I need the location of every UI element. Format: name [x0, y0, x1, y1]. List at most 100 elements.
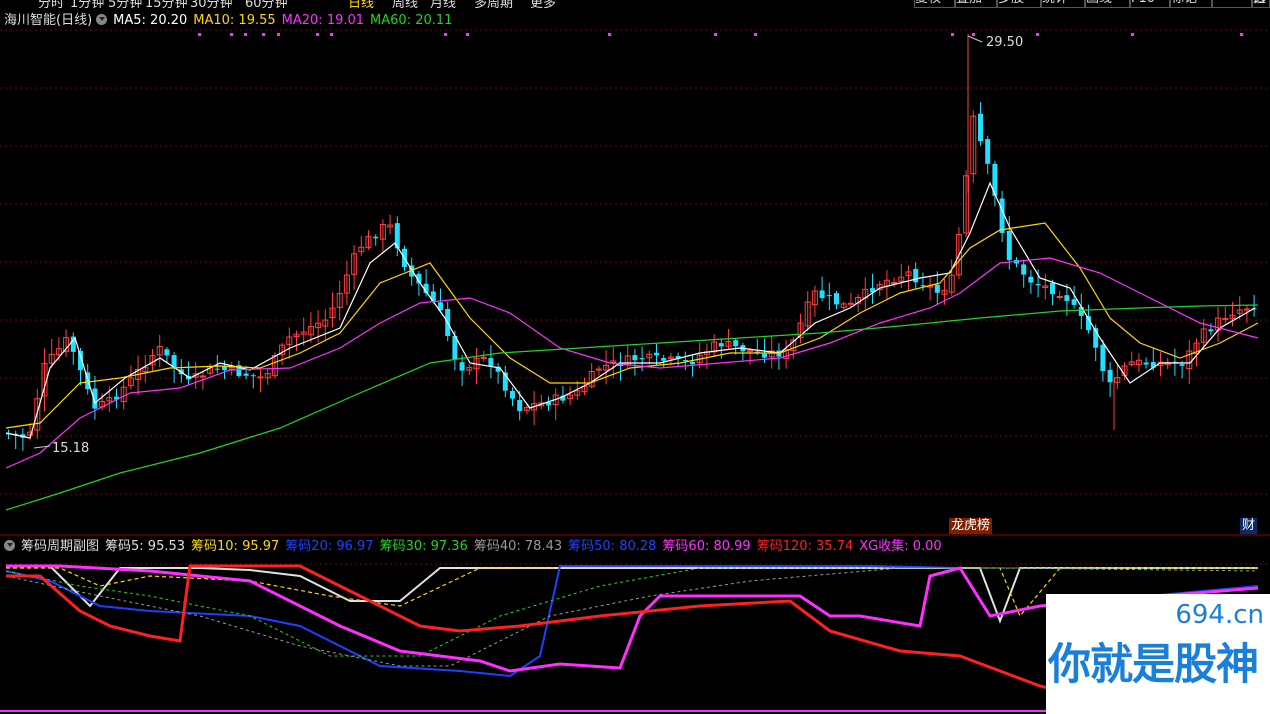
candle-body [920, 285, 926, 287]
candle-body [999, 198, 1005, 233]
signal-marker [244, 33, 247, 36]
candle-body [164, 349, 170, 356]
candle-body [480, 356, 487, 359]
candle-body [754, 351, 760, 353]
candle-body [1208, 329, 1214, 332]
candle-body [985, 139, 991, 164]
candle-body [488, 358, 494, 367]
toolbar-button[interactable]: - [1212, 0, 1252, 8]
period-tab[interactable]: 1分钟 [70, 0, 104, 8]
candle-body [1050, 282, 1055, 295]
toolbar-button[interactable]: 复权 [914, 0, 955, 8]
candle-body [373, 236, 379, 239]
period-tab[interactable]: 5分钟 [108, 0, 142, 8]
candle-body [762, 353, 767, 358]
signal-marker [951, 33, 954, 36]
signal-marker [277, 33, 280, 36]
period-tab[interactable]: 15分钟 [145, 0, 188, 8]
candle-body [510, 391, 515, 399]
candle-body [1021, 264, 1027, 275]
signal-marker [972, 33, 975, 36]
candle-body [661, 358, 667, 361]
candle-body [639, 358, 645, 360]
toolbar-button[interactable]: 统计 [1041, 0, 1085, 8]
candle-body [257, 376, 264, 379]
signal-marker [466, 33, 469, 36]
dragon-tiger-badge[interactable]: 龙虎榜 [949, 518, 993, 534]
signal-marker [1036, 33, 1039, 36]
period-tab[interactable]: 多周期 [474, 0, 513, 8]
period-tab[interactable]: 日线 [348, 0, 374, 8]
chip-legend-item: 筹码60: 80.99 [662, 539, 751, 554]
ma10-line [5, 222, 1259, 429]
chip-legend-item: 筹码120: 35.74 [756, 539, 854, 554]
high-price-label: 29.50 [986, 35, 1023, 50]
chip-legend-item: 筹码30: 97.36 [379, 539, 468, 554]
toolbar-button[interactable]: 自选 [1252, 0, 1270, 8]
candle-body [1035, 284, 1041, 286]
candle-body [199, 375, 206, 378]
candle-body [654, 352, 659, 356]
period-tab[interactable]: 分时 [38, 0, 64, 8]
candle-body [171, 355, 177, 368]
signal-marker [444, 33, 447, 36]
finance-badge[interactable]: 财 [1240, 518, 1258, 534]
period-tab[interactable]: 更多 [530, 0, 556, 8]
candle-body [250, 375, 256, 377]
chip120-line [6, 564, 1061, 693]
signal-marker [754, 33, 757, 36]
toolbar-button[interactable]: 多股 [997, 0, 1041, 8]
candle-body [1078, 306, 1084, 316]
chip-legend-item: 筹码50: 80.28 [568, 539, 657, 554]
signal-marker [262, 33, 265, 36]
chip-legend-item: XG收集: 0.00 [859, 539, 942, 554]
chip-legend-item: 筹码40: 78.43 [473, 539, 563, 554]
low-price-label: 15.18 [52, 441, 89, 456]
period-tab[interactable]: 60分钟 [245, 0, 288, 8]
candle-body [1071, 299, 1077, 305]
signal-marker [316, 33, 319, 36]
chip-legend-item: 筹码5: 95.53 [105, 539, 186, 554]
signal-marker [714, 33, 717, 36]
candle-body [891, 281, 898, 284]
period-tab[interactable]: 月线 [430, 0, 456, 8]
high-pointer [967, 35, 983, 43]
watermark: 694.cn 你就是股神 [1046, 594, 1270, 714]
signal-marker [1240, 33, 1243, 36]
period-tab[interactable]: 周线 [392, 0, 418, 8]
candle-body [632, 355, 638, 361]
candle-body [934, 284, 940, 293]
candle-body [690, 361, 695, 365]
sub-indicator-menu-icon[interactable] [4, 540, 15, 551]
candle-body [214, 368, 220, 370]
signal-marker [330, 33, 333, 36]
toolbar-button[interactable]: 叠加 [955, 0, 997, 8]
candle-body [913, 268, 919, 283]
candle-body [978, 113, 983, 142]
chip-legend-item: 筹码10: 95.97 [191, 539, 280, 554]
candle-body [595, 368, 602, 371]
candle-body [718, 343, 724, 347]
candle-body [733, 340, 739, 347]
watermark-slogan: 你就是股神 [1048, 640, 1259, 690]
toolbar-button[interactable]: F10 [1130, 0, 1170, 8]
period-tab[interactable]: 30分钟 [190, 0, 233, 8]
sub-chart-legend: 筹码周期副图 筹码5: 95.53 筹码10: 95.97 筹码20: 96.97 筹码… [4, 538, 954, 556]
price-chart[interactable]: 29.50 15.18 [0, 8, 1270, 536]
ma60-line [5, 304, 1259, 511]
candle-body [243, 373, 249, 376]
candle-body [1179, 364, 1185, 366]
candle-body [1064, 295, 1070, 301]
period-toolbar: 分时 1分钟 5分钟15分钟30分钟 60分钟 日线 周线 月线 多周期 更多 复权叠加多股统计画… [0, 0, 1270, 8]
sub-chart-title: 筹码周期副图 [21, 539, 100, 554]
toolbar-button[interactable]: 画线 [1085, 0, 1130, 8]
candle-body [459, 362, 465, 371]
toolbar-button[interactable]: 标记 [1170, 0, 1212, 8]
candle-body [1107, 369, 1113, 383]
candle-body [1056, 296, 1063, 299]
signal-marker [198, 33, 201, 36]
candle-body [1143, 362, 1149, 365]
candle-body [1028, 276, 1034, 283]
candle-body [222, 366, 227, 371]
signal-marker [608, 33, 611, 36]
